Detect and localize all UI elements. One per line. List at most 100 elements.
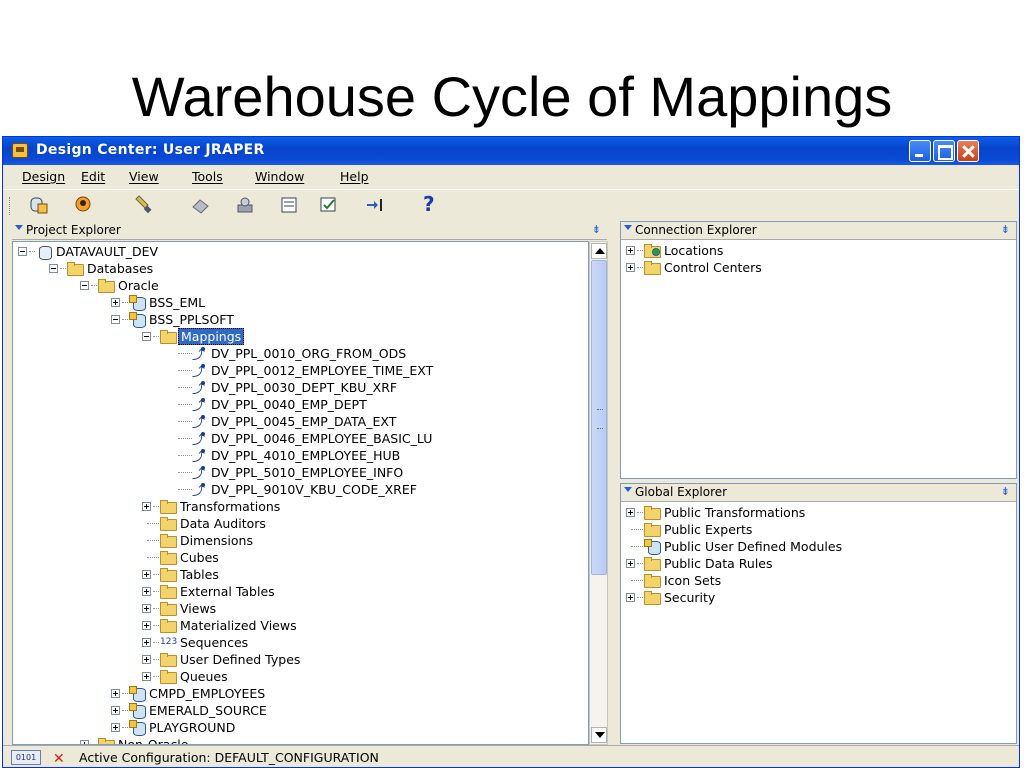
global-tree[interactable]: Public Transformations Public Experts Publ…: [621, 503, 1016, 743]
tree-node[interactable]: Oracle: [13, 277, 588, 294]
tree-node[interactable]: Queues: [13, 668, 588, 685]
pin-icon[interactable]: ⇟: [1001, 485, 1010, 498]
expand-icon[interactable]: [111, 689, 120, 698]
tree-node[interactable]: Data Auditors: [13, 515, 588, 532]
tree-node[interactable]: Sequences: [13, 634, 588, 651]
tree-node[interactable]: DV_PPL_0045_EMP_DATA_EXT: [13, 412, 588, 431]
project-explorer-header[interactable]: Project Explorer ⇟: [12, 222, 607, 240]
vertical-scrollbar[interactable]: [589, 241, 608, 745]
menu-view[interactable]: View: [129, 169, 159, 184]
tree-node[interactable]: Public User Defined Modules: [621, 538, 1016, 555]
collapse-icon[interactable]: [15, 225, 23, 230]
minimize-button[interactable]: [909, 140, 931, 162]
menu-window[interactable]: Window: [255, 169, 304, 184]
tree-node-label: EMERALD_SOURCE: [149, 703, 267, 718]
tree-node[interactable]: DV_PPL_9010V_KBU_CODE_XREF: [13, 480, 588, 499]
eraser-icon[interactable]: [191, 195, 211, 215]
scroll-down-icon[interactable]: [591, 727, 607, 743]
expand-icon[interactable]: [626, 559, 635, 568]
expand-icon[interactable]: [111, 706, 120, 715]
expand-icon[interactable]: [142, 570, 151, 579]
menu-edit[interactable]: Edit: [81, 169, 105, 184]
menu-help[interactable]: Help: [340, 169, 369, 184]
help-icon[interactable]: ?: [423, 192, 443, 216]
expand-icon[interactable]: [142, 655, 151, 664]
tree-node[interactable]: Locations: [621, 242, 1016, 259]
tree-node[interactable]: External Tables: [13, 583, 588, 600]
tree-node[interactable]: DV_PPL_5010_EMPLOYEE_INFO: [13, 463, 588, 482]
menu-design[interactable]: Design: [22, 169, 65, 184]
tree-node[interactable]: Transformations: [13, 498, 588, 515]
collapse-icon[interactable]: [18, 247, 27, 256]
expand-icon[interactable]: [142, 638, 151, 647]
go-to-end-icon[interactable]: [365, 195, 385, 215]
pin-icon[interactable]: ⇟: [1001, 223, 1010, 236]
wizard-icon[interactable]: [73, 195, 93, 215]
tree-node[interactable]: DV_PPL_0040_EMP_DEPT: [13, 395, 588, 414]
connection-tree[interactable]: Locations Control Centers: [621, 241, 1016, 478]
collapse-icon[interactable]: [111, 315, 120, 324]
expand-icon[interactable]: [626, 263, 635, 272]
scroll-up-icon[interactable]: [591, 243, 607, 259]
maximize-button[interactable]: [933, 140, 955, 162]
validate-icon[interactable]: [319, 195, 339, 215]
tree-node[interactable]: Views: [13, 600, 588, 617]
tree-node[interactable]: DV_PPL_0012_EMPLOYEE_TIME_EXT: [13, 361, 588, 380]
database-icon[interactable]: [29, 195, 49, 215]
tree-node[interactable]: Public Experts: [621, 521, 1016, 538]
tree-node[interactable]: DV_PPL_0046_EMPLOYEE_BASIC_LU: [13, 429, 588, 448]
tree-node[interactable]: Dimensions: [13, 532, 588, 549]
properties-icon[interactable]: [279, 195, 299, 215]
tree-node[interactable]: Databases: [13, 260, 588, 277]
expand-icon[interactable]: [142, 621, 151, 630]
tree-node[interactable]: Security: [621, 589, 1016, 606]
expand-icon[interactable]: [626, 593, 635, 602]
global-explorer-header[interactable]: Global Explorer ⇟: [621, 484, 1016, 502]
expand-icon[interactable]: [142, 672, 151, 681]
title-bar[interactable]: Design Center: User JRAPER: [3, 137, 1019, 165]
expand-icon[interactable]: [626, 246, 635, 255]
expand-icon[interactable]: [111, 298, 120, 307]
tree-node[interactable]: Cubes: [13, 549, 588, 566]
tree-node[interactable]: Icon Sets: [621, 572, 1016, 589]
tree-node[interactable]: Mappings: [13, 328, 588, 345]
scroll-thumb[interactable]: [591, 260, 607, 575]
tree-node[interactable]: BSS_EML: [13, 294, 588, 311]
tree-node[interactable]: PLAYGROUND: [13, 719, 588, 736]
deploy-icon[interactable]: [235, 195, 255, 215]
tree-guide: [153, 591, 159, 592]
expand-icon[interactable]: [142, 587, 151, 596]
tree-node[interactable]: Non-Oracle: [13, 736, 588, 744]
project-tree[interactable]: DATAVAULT_DEV Databases Oracle BSS_EML BSS_P…: [12, 241, 589, 745]
flashlight-icon[interactable]: [133, 195, 153, 215]
collapse-icon[interactable]: [80, 281, 89, 290]
collapse-icon[interactable]: [142, 332, 151, 341]
tree-node-label: CMPD_EMPLOYEES: [149, 686, 266, 701]
connection-explorer-header[interactable]: Connection Explorer ⇟: [621, 222, 1016, 240]
expand-icon[interactable]: [111, 723, 120, 732]
folder-icon: [160, 516, 177, 531]
tree-node[interactable]: DV_PPL_4010_EMPLOYEE_HUB: [13, 446, 588, 465]
tree-node[interactable]: Tables: [13, 566, 588, 583]
tree-node[interactable]: Public Transformations: [621, 504, 1016, 521]
tree-node[interactable]: Public Data Rules: [621, 555, 1016, 572]
globe-folder-icon: [644, 243, 661, 258]
tree-node[interactable]: DATAVAULT_DEV: [13, 243, 588, 260]
expand-icon[interactable]: [142, 502, 151, 511]
pin-icon[interactable]: ⇟: [592, 223, 601, 236]
tree-node[interactable]: CMPD_EMPLOYEES: [13, 685, 588, 702]
tree-node[interactable]: BSS_PPLSOFT: [13, 311, 588, 328]
menu-tools[interactable]: Tools: [192, 169, 223, 184]
tree-node[interactable]: User Defined Types: [13, 651, 588, 668]
tree-node[interactable]: EMERALD_SOURCE: [13, 702, 588, 719]
collapse-icon[interactable]: [49, 264, 58, 273]
collapse-icon[interactable]: [624, 487, 632, 492]
expand-icon[interactable]: [626, 508, 635, 517]
tree-node[interactable]: DV_PPL_0030_DEPT_KBU_XRF: [13, 378, 588, 397]
expand-icon[interactable]: [142, 604, 151, 613]
collapse-icon[interactable]: [624, 225, 632, 230]
tree-node[interactable]: DV_PPL_0010_ORG_FROM_ODS: [13, 344, 588, 363]
tree-node[interactable]: Control Centers: [621, 259, 1016, 276]
tree-node[interactable]: Materialized Views: [13, 617, 588, 634]
close-button[interactable]: [957, 140, 979, 162]
